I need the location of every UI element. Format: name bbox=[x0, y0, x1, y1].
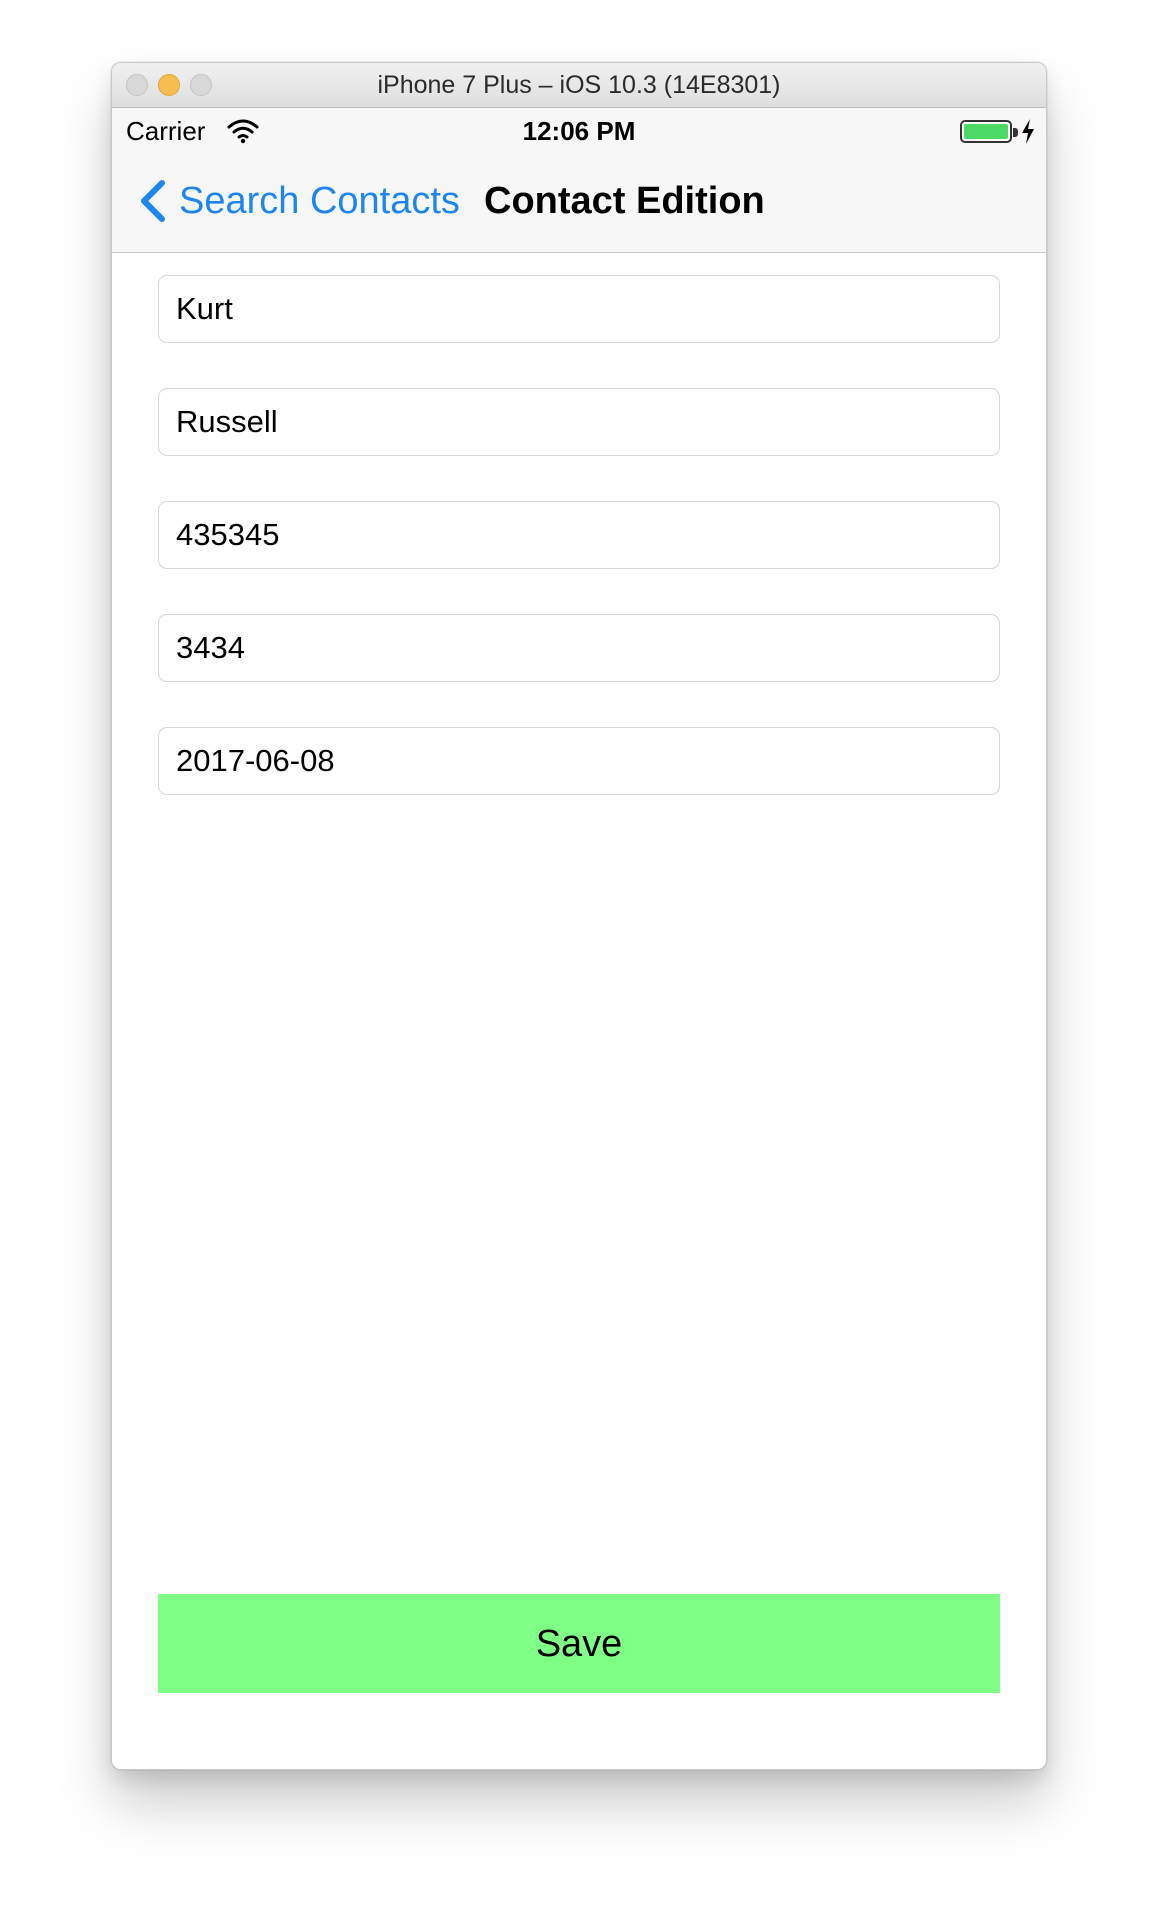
date-value: 2017-06-08 bbox=[176, 743, 335, 778]
chevron-left-icon bbox=[141, 180, 165, 222]
last-name-value: Russell bbox=[176, 404, 278, 439]
window-titlebar: iPhone 7 Plus – iOS 10.3 (14E8301) bbox=[112, 63, 1046, 108]
window-title: iPhone 7 Plus – iOS 10.3 (14E8301) bbox=[377, 71, 781, 99]
number-value: 3434 bbox=[176, 630, 245, 665]
first-name-field[interactable]: Kurt bbox=[158, 275, 1000, 343]
back-button[interactable]: Search Contacts bbox=[136, 176, 460, 226]
navigation-bar: Search Contacts Contact Edition bbox=[112, 152, 1046, 253]
battery-cap-icon bbox=[1013, 128, 1018, 137]
phone-value: 435345 bbox=[176, 517, 280, 552]
date-field[interactable]: 2017-06-08 bbox=[158, 727, 1000, 795]
save-button[interactable]: Save bbox=[158, 1594, 1000, 1693]
charging-bolt-icon bbox=[1022, 119, 1034, 144]
back-button-label: Search Contacts bbox=[179, 180, 460, 222]
last-name-field[interactable]: Russell bbox=[158, 388, 1000, 456]
simulator-page: iPhone 7 Plus – iOS 10.3 (14E8301) Carri… bbox=[0, 0, 1156, 1924]
contact-form: Kurt Russell 435345 3434 2017-06-08 bbox=[158, 275, 1000, 840]
status-bar: Carrier 12:06 PM bbox=[112, 108, 1046, 152]
number-field[interactable]: 3434 bbox=[158, 614, 1000, 682]
ios-screen: Carrier 12:06 PM Search Contacts Contact… bbox=[112, 108, 1046, 1769]
battery-icon bbox=[960, 120, 1012, 143]
save-button-label: Save bbox=[535, 1622, 623, 1665]
first-name-value: Kurt bbox=[176, 291, 233, 326]
simulator-window: iPhone 7 Plus – iOS 10.3 (14E8301) Carri… bbox=[111, 62, 1047, 1770]
page-title: Contact Edition bbox=[484, 180, 765, 222]
status-time: 12:06 PM bbox=[522, 116, 636, 146]
battery-level-fill bbox=[964, 124, 1008, 139]
phone-field[interactable]: 435345 bbox=[158, 501, 1000, 569]
